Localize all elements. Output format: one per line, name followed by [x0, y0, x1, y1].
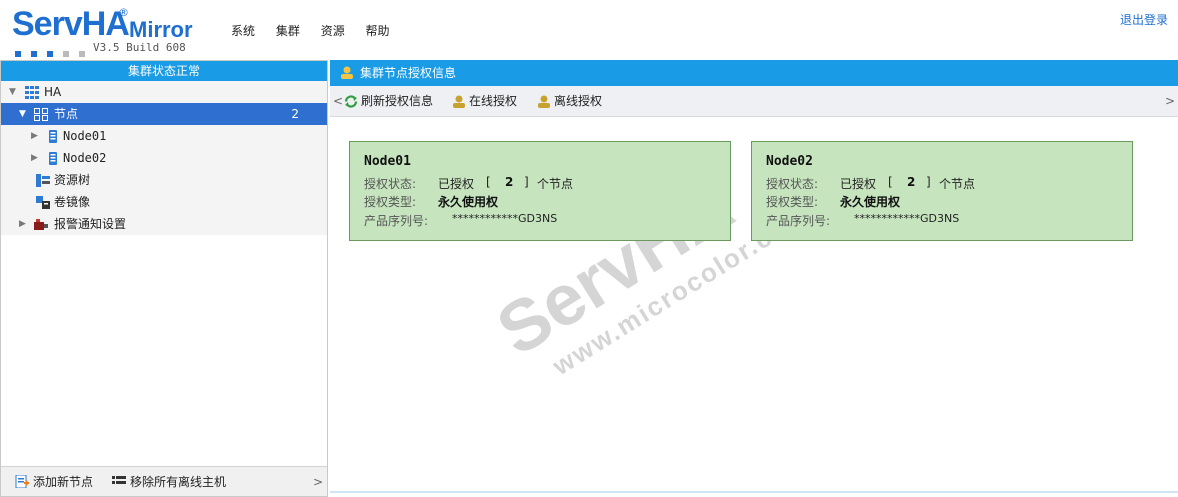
- offline-license-icon: [538, 95, 550, 108]
- expand-right-icon[interactable]: ▶: [31, 147, 38, 169]
- license-panel-header: 集群节点授权信息: [330, 60, 1178, 86]
- node02-license-card: Node02 授权状态: 已授权 [ 2 ] 个节点 授权类型: 永久使用权 产…: [751, 141, 1133, 241]
- tree-item-ha[interactable]: ▼ HA: [1, 81, 327, 103]
- logout-link[interactable]: 退出登录: [1120, 11, 1168, 28]
- cluster-icon: [25, 86, 39, 99]
- bracket-open: [: [888, 175, 893, 189]
- license-status-value: 已授权: [438, 177, 475, 191]
- server-icon: [49, 130, 57, 143]
- tree-label-nodes: 节点: [54, 107, 79, 121]
- resource-tree-icon: [36, 174, 50, 187]
- serial-number-label: 产品序列号:: [766, 214, 831, 228]
- license-panel-title: 集群节点授权信息: [360, 66, 457, 80]
- card-node-name: Node01: [364, 154, 411, 169]
- tree-label-ha: HA: [44, 85, 62, 99]
- expand-right-icon[interactable]: ▶: [31, 125, 38, 147]
- tree-label-node02: Node02: [63, 151, 107, 165]
- node-unit-label: 个节点: [537, 177, 574, 191]
- logo-product: Mirror: [129, 17, 193, 42]
- add-node-icon: [15, 475, 29, 488]
- tree-item-alarm-settings[interactable]: ▶ 报警通知设置: [1, 213, 327, 235]
- nodes-count: 2: [291, 107, 299, 121]
- server-icon: [49, 152, 57, 165]
- cluster-tree-panel: 集群状态正常 ▼ HA ▼ 节点 2 ▶ Node01 ▶ Node02 资源树…: [0, 60, 328, 497]
- volume-mirror-icon: [36, 196, 50, 209]
- remove-offline-hosts-button[interactable]: 移除所有离线主机: [112, 467, 226, 497]
- toolbar-scroll-right-icon[interactable]: >: [1165, 86, 1175, 117]
- license-type-label: 授权类型:: [364, 195, 417, 209]
- offline-license-button[interactable]: 离线授权: [537, 86, 602, 117]
- serial-number-value: ************GD3NS: [854, 212, 960, 225]
- license-status-value: 已授权: [840, 177, 877, 191]
- tree-item-volume-mirror[interactable]: 卷镜像: [1, 191, 327, 213]
- left-footer-toolbar: 添加新节点 移除所有离线主机 >: [1, 466, 327, 496]
- toolbar-scroll-left-icon[interactable]: <: [333, 86, 343, 117]
- licensed-node-count: 2: [907, 175, 916, 189]
- card-node-name: Node02: [766, 154, 813, 169]
- expand-down-icon[interactable]: ▼: [19, 103, 26, 125]
- serial-number-value: ************GD3NS: [452, 212, 558, 225]
- license-cards-area: ServHA ® www.microcolor.cn Node01 授权状态: …: [330, 117, 1178, 487]
- tree-label-node01: Node01: [63, 129, 107, 143]
- tree-item-resource-tree[interactable]: 资源树: [1, 169, 327, 191]
- license-type-value: 永久使用权: [840, 195, 901, 209]
- tree-item-nodes[interactable]: ▼ 节点 2: [1, 103, 327, 125]
- licensed-node-count: 2: [505, 175, 514, 189]
- top-bar: ServHA ® Mirror V3.5 Build 608 系统 集群 资源 …: [0, 0, 1178, 60]
- online-license-icon: [453, 95, 465, 108]
- refresh-icon: [344, 95, 358, 108]
- footer-scroll-right-icon[interactable]: >: [313, 467, 323, 497]
- bracket-open: [: [486, 175, 491, 189]
- logo-brand: ServHA: [12, 5, 130, 43]
- bottom-divider: [330, 491, 1178, 493]
- tree-label-volume-mirror: 卷镜像: [54, 195, 91, 209]
- online-license-button[interactable]: 在线授权: [452, 86, 517, 117]
- menu-help[interactable]: 帮助: [366, 22, 390, 39]
- cluster-status-header: 集群状态正常: [1, 61, 327, 81]
- license-info-panel: 集群节点授权信息 < 刷新授权信息 在线授权 离线授权 > ServHA www…: [330, 60, 1178, 497]
- license-type-label: 授权类型:: [766, 195, 819, 209]
- alarm-icon: [34, 219, 48, 230]
- logo-dots: [15, 46, 95, 60]
- bracket-close: ]: [926, 175, 931, 189]
- menu-cluster[interactable]: 集群: [276, 22, 300, 39]
- cluster-tree: ▼ HA ▼ 节点 2 ▶ Node01 ▶ Node02 资源树 卷镜像 ▶ …: [1, 81, 327, 235]
- bracket-close: ]: [524, 175, 529, 189]
- license-status-label: 授权状态:: [766, 177, 819, 191]
- license-type-value: 永久使用权: [438, 195, 499, 209]
- license-toolbar: < 刷新授权信息 在线授权 离线授权 >: [330, 86, 1178, 117]
- expand-right-icon[interactable]: ▶: [19, 213, 26, 235]
- license-user-icon: [341, 66, 353, 79]
- node01-license-card: Node01 授权状态: 已授权 [ 2 ] 个节点 授权类型: 永久使用权 产…: [349, 141, 731, 241]
- remove-offline-hosts-label: 移除所有离线主机: [130, 475, 227, 489]
- expand-down-icon[interactable]: ▼: [9, 81, 16, 103]
- license-status-label: 授权状态:: [364, 177, 417, 191]
- tree-label-alarm-settings: 报警通知设置: [54, 217, 127, 231]
- nodes-icon: [34, 108, 48, 121]
- main-menu: 系统 集群 资源 帮助: [231, 22, 407, 39]
- node-unit-label: 个节点: [939, 177, 976, 191]
- logo-version: V3.5 Build 608: [93, 41, 186, 54]
- menu-system[interactable]: 系统: [231, 22, 255, 39]
- serial-number-label: 产品序列号:: [364, 214, 429, 228]
- logo-registered-mark: ®: [118, 6, 129, 19]
- add-node-button[interactable]: 添加新节点: [15, 467, 93, 497]
- menu-resources[interactable]: 资源: [321, 22, 345, 39]
- tree-item-node01[interactable]: ▶ Node01: [1, 125, 327, 147]
- remove-hosts-icon: [112, 476, 126, 484]
- refresh-license-button[interactable]: 刷新授权信息: [344, 86, 433, 117]
- tree-label-resource-tree: 资源树: [54, 173, 91, 187]
- tree-item-node02[interactable]: ▶ Node02: [1, 147, 327, 169]
- servha-logo: ServHA ® Mirror V3.5 Build 608: [12, 4, 212, 58]
